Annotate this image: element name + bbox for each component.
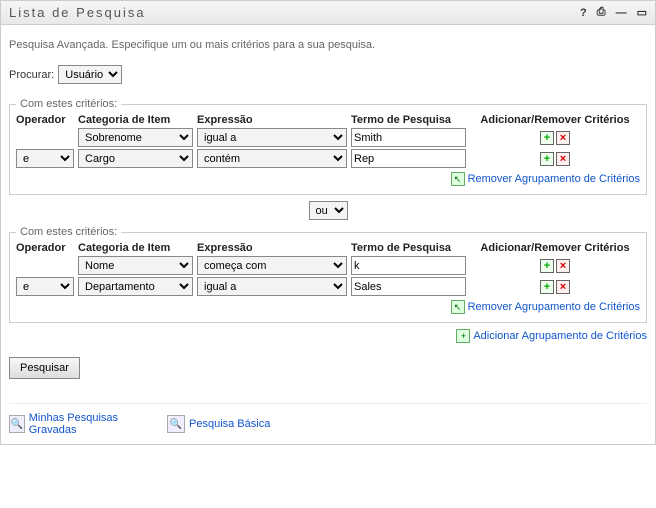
saved-searches-icon: 🔍 bbox=[9, 415, 25, 433]
add-group-icon[interactable]: + bbox=[456, 329, 470, 343]
add-row-icon[interactable]: + bbox=[540, 280, 554, 294]
col-operator: Operador bbox=[16, 242, 74, 254]
g2r0-term[interactable] bbox=[351, 256, 466, 275]
col-term: Termo de Pesquisa bbox=[351, 242, 466, 254]
search-for-row: Procurar: Usuário bbox=[9, 65, 647, 84]
saved-searches-link[interactable]: 🔍 Minhas Pesquisas Gravadas bbox=[9, 412, 149, 436]
remove-row-icon[interactable]: × bbox=[556, 152, 570, 166]
footer-links: 🔍 Minhas Pesquisas Gravadas 🔍 Pesquisa B… bbox=[9, 403, 647, 436]
criteria-group-legend: Com estes critérios: bbox=[16, 226, 121, 238]
col-expression: Expressão bbox=[197, 242, 347, 254]
col-addremove: Adicionar/Remover Critérios bbox=[470, 114, 640, 126]
g1r1-category[interactable]: Cargo bbox=[78, 149, 193, 168]
content-area: Pesquisa Avançada. Especifique um ou mai… bbox=[0, 25, 656, 445]
add-row-icon[interactable]: + bbox=[540, 131, 554, 145]
col-term: Termo de Pesquisa bbox=[351, 114, 466, 126]
g1r1-operator[interactable]: e bbox=[16, 149, 74, 168]
criteria-group-1: Com estes critérios: Operador Categoria … bbox=[9, 98, 647, 195]
col-category: Categoria de Item bbox=[78, 114, 193, 126]
remove-group-link[interactable]: Remover Agrupamento de Critérios bbox=[468, 173, 640, 185]
titlebar-actions: ? ⎙ — ▭ bbox=[580, 6, 647, 19]
titlebar: Lista de Pesquisa ? ⎙ — ▭ bbox=[0, 0, 656, 25]
g1r1-expression[interactable]: contém bbox=[197, 149, 347, 168]
add-row-icon[interactable]: + bbox=[540, 259, 554, 273]
g1r0-term[interactable] bbox=[351, 128, 466, 147]
remove-row-icon[interactable]: × bbox=[556, 280, 570, 294]
g2r1-expression[interactable]: igual a bbox=[197, 277, 347, 296]
group-join-row: ou bbox=[9, 201, 647, 220]
search-for-select[interactable]: Usuário bbox=[58, 65, 122, 84]
g2r1-term[interactable] bbox=[351, 277, 466, 296]
col-operator: Operador bbox=[16, 114, 74, 126]
remove-group-link[interactable]: Remover Agrupamento de Critérios bbox=[468, 301, 640, 313]
criteria-group-legend: Com estes critérios: bbox=[16, 98, 121, 110]
criteria-group-2: Com estes critérios: Operador Categoria … bbox=[9, 226, 647, 323]
g2r0-expression[interactable]: começa com bbox=[197, 256, 347, 275]
g1r0-expression[interactable]: igual a bbox=[197, 128, 347, 147]
g1r1-term[interactable] bbox=[351, 149, 466, 168]
remove-row-icon[interactable]: × bbox=[556, 259, 570, 273]
add-row-icon[interactable]: + bbox=[540, 152, 554, 166]
criteria-grid-1: Operador Categoria de Item Expressão Ter… bbox=[16, 114, 640, 168]
search-for-label: Procurar: bbox=[9, 69, 54, 81]
minimize-icon[interactable]: — bbox=[616, 7, 627, 19]
window-title: Lista de Pesquisa bbox=[9, 5, 146, 20]
col-expression: Expressão bbox=[197, 114, 347, 126]
remove-group-icon[interactable]: ↖ bbox=[451, 172, 465, 186]
g2r1-operator[interactable]: e bbox=[16, 277, 74, 296]
help-icon[interactable]: ? bbox=[580, 7, 587, 19]
group-join-select[interactable]: ou bbox=[309, 201, 348, 220]
criteria-grid-2: Operador Categoria de Item Expressão Ter… bbox=[16, 242, 640, 296]
basic-search-icon: 🔍 bbox=[167, 415, 185, 433]
page-subtitle: Pesquisa Avançada. Especifique um ou mai… bbox=[9, 39, 647, 51]
g2r0-category[interactable]: Nome bbox=[78, 256, 193, 275]
add-group-link[interactable]: Adicionar Agrupamento de Critérios bbox=[473, 330, 647, 342]
col-category: Categoria de Item bbox=[78, 242, 193, 254]
basic-search-link[interactable]: 🔍 Pesquisa Básica bbox=[167, 415, 270, 433]
col-addremove: Adicionar/Remover Critérios bbox=[470, 242, 640, 254]
search-button[interactable]: Pesquisar bbox=[9, 357, 80, 379]
g1r0-category[interactable]: Sobrenome bbox=[78, 128, 193, 147]
close-icon[interactable]: ▭ bbox=[637, 6, 647, 19]
g2r1-category[interactable]: Departamento bbox=[78, 277, 193, 296]
print-icon[interactable]: ⎙ bbox=[597, 6, 606, 19]
remove-row-icon[interactable]: × bbox=[556, 131, 570, 145]
remove-group-icon[interactable]: ↖ bbox=[451, 300, 465, 314]
